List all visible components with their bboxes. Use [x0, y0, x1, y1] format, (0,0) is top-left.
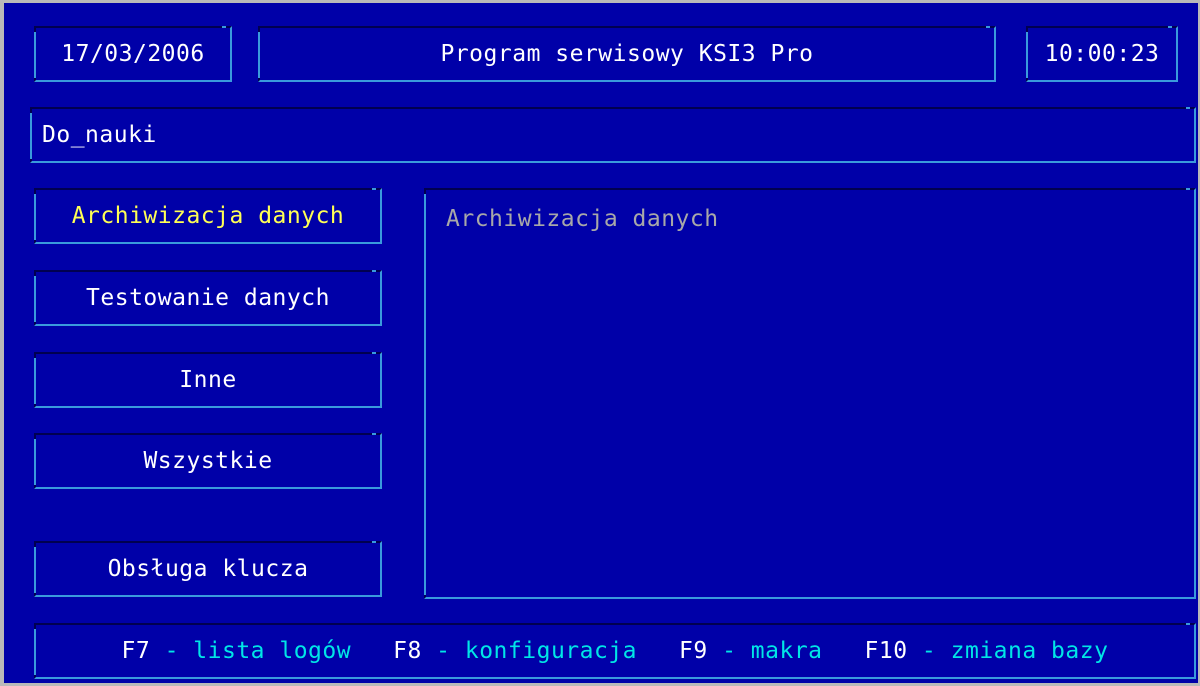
database-name-bar: Do_nauki	[30, 107, 1196, 163]
f10-separator: -	[907, 638, 951, 664]
f9-key: F9	[679, 638, 708, 664]
f9-description: makra	[750, 638, 823, 664]
title-bar: Program serwisowy KSI3 Pro	[258, 26, 996, 82]
menu-button-label: Wszystkie	[143, 448, 273, 474]
f10-shortcut[interactable]: F10 - zmiana bazy	[865, 638, 1109, 664]
f8-key: F8	[393, 638, 422, 664]
menu-button-archiwizacja[interactable]: Archiwizacja danych	[34, 188, 382, 244]
date-display: 17/03/2006	[34, 26, 232, 82]
panel-heading: Archiwizacja danych	[446, 206, 719, 232]
menu-button-label: Testowanie danych	[86, 285, 330, 311]
menu-button-label: Inne	[179, 367, 237, 393]
f9-separator: -	[707, 638, 751, 664]
time-text: 10:00:23	[1044, 41, 1160, 67]
f10-description: zmiana bazy	[950, 638, 1109, 664]
f8-shortcut[interactable]: F8 - konfiguracja	[393, 638, 637, 664]
f7-description: lista logów	[193, 638, 352, 664]
description-panel: Archiwizacja danych	[424, 188, 1196, 599]
f7-key: F7	[121, 638, 151, 664]
function-key-bar: F7 - lista logów F8 - konfiguracja F9 - …	[34, 623, 1196, 679]
menu-button-testowanie[interactable]: Testowanie danych	[34, 270, 382, 326]
f8-description: konfiguracja	[464, 638, 638, 664]
time-display: 10:00:23	[1026, 26, 1178, 82]
app-title: Program serwisowy KSI3 Pro	[440, 41, 814, 67]
f10-key: F10	[864, 638, 908, 664]
menu-button-label: Archiwizacja danych	[71, 203, 345, 229]
dos-screen: 17/03/2006 Program serwisowy KSI3 Pro 10…	[4, 3, 1198, 683]
f7-separator: -	[150, 638, 194, 664]
f8-separator: -	[421, 638, 465, 664]
f9-shortcut[interactable]: F9 - makra	[679, 638, 823, 664]
menu-button-wszystkie[interactable]: Wszystkie	[34, 433, 382, 489]
database-name: Do_nauki	[42, 122, 157, 148]
date-text: 17/03/2006	[61, 41, 205, 67]
f7-shortcut[interactable]: F7 - lista logów	[122, 638, 352, 664]
menu-button-inne[interactable]: Inne	[34, 352, 382, 408]
menu-button-label: Obsługa klucza	[107, 556, 309, 582]
menu-button-obsluga-klucza[interactable]: Obsługa klucza	[34, 541, 382, 597]
